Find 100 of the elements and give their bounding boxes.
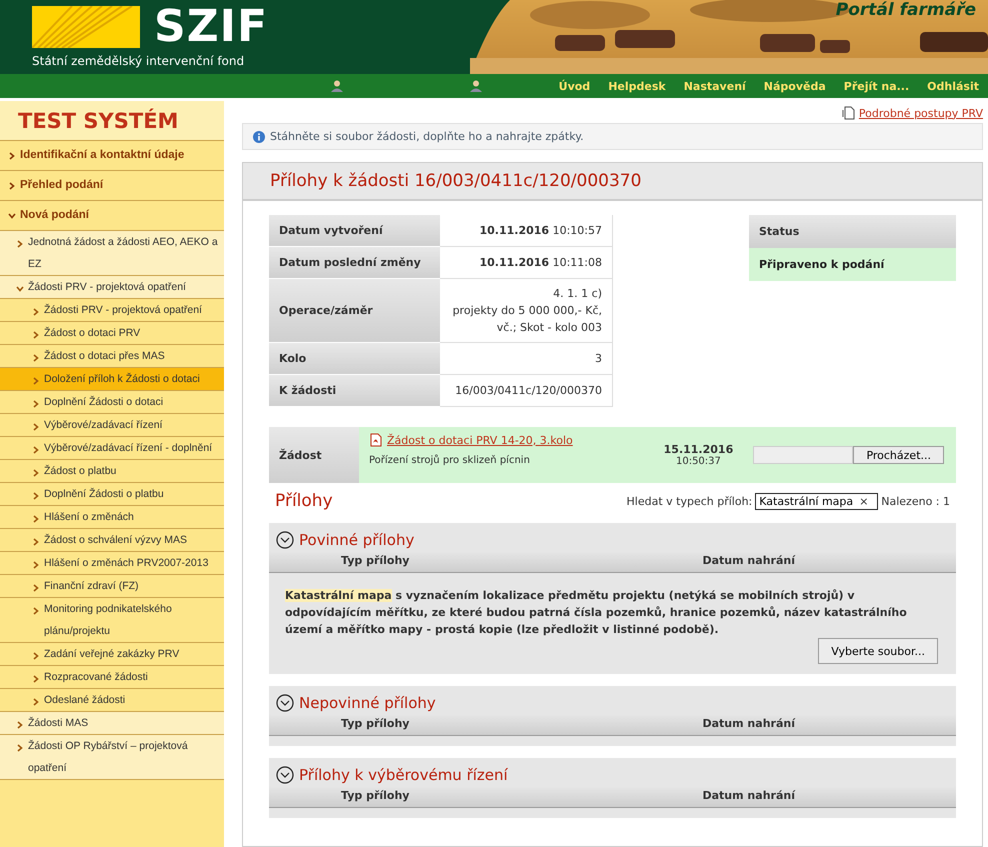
chevron-icon (8, 182, 16, 190)
detail-label: Datum vytvoření (269, 215, 440, 247)
brand-name: SZIF (154, 4, 268, 50)
chevron-icon (32, 584, 40, 592)
chevron-icon (32, 492, 40, 500)
search-field[interactable]: Katastrální mapa × (755, 492, 878, 510)
chevron-icon (32, 675, 40, 683)
select-file-button[interactable]: Vyberte soubor... (818, 638, 938, 664)
search-label: Hledat v typech příloh: (626, 494, 752, 508)
user-icon[interactable] (469, 79, 483, 93)
file-field[interactable] (753, 446, 854, 464)
sidebar-item-label: Žádost o dotaci PRV (44, 326, 140, 341)
help-link[interactable]: Podrobné postupy PRV (858, 106, 983, 120)
panel-title: Přílohy k žádosti 16/003/0411c/120/000370 (270, 171, 642, 191)
chevron-icon (32, 538, 40, 546)
sidebar-item[interactable]: Doložení příloh k Žádosti o dotaci (0, 368, 224, 391)
sidebar-item-label: Žádost o dotaci přes MAS (44, 348, 165, 364)
logo-icon (32, 6, 140, 48)
sidebar-item-label: Odeslané žádosti (44, 693, 126, 708)
sidebar-item[interactable]: Žádosti PRV - projektová opatření (0, 276, 224, 299)
chevron-icon (32, 607, 40, 615)
sidebar-item-label: Přehled podání (20, 178, 104, 193)
column-header: Typ přílohy (340, 717, 410, 730)
request-time: 10:50:37 (676, 456, 721, 467)
sidebar-item-label: Doložení příloh k Žádosti o dotaci (44, 372, 200, 387)
column-header: Datum nahrání (702, 789, 796, 802)
chevron-icon (8, 152, 16, 160)
chevron-icon (32, 308, 40, 316)
detail-value: 16/003/0411c/120/000370 (454, 383, 602, 399)
detail-label: Operace/záměr (269, 279, 440, 343)
collapse-icon (276, 694, 294, 712)
sidebar-item-label: Monitoring podnikatelského plánu/projektu (44, 602, 173, 639)
sidebar-item[interactable]: Žádosti MAS (0, 712, 224, 735)
sidebar-item[interactable]: Žádosti OP Rybářství – projektová opatření (0, 735, 224, 780)
sidebar-item-label: Žádosti PRV - projektová opatření (28, 280, 186, 295)
sidebar-item-label: Hlášení o změnách (44, 510, 134, 525)
request-description: Pořízení strojů pro sklizeň pícnin (369, 455, 531, 466)
chevron-icon (16, 721, 24, 729)
section-toggle[interactable]: Povinné přílohy (269, 523, 956, 551)
sidebar-item-label: Nová podání (20, 208, 90, 223)
chevron-icon (16, 744, 24, 752)
sidebar-item-label: Finanční zdraví (FZ) (44, 579, 139, 594)
chevron-icon (8, 212, 16, 220)
nav-link[interactable]: Helpdesk (599, 80, 675, 92)
sidebar-item[interactable]: Jednotná žádost a žádosti AEO, AEKO a EZ (0, 231, 224, 276)
chevron-icon (32, 377, 40, 385)
nav-link[interactable]: Úvod (550, 80, 600, 92)
status-value: Připraveno k podání (749, 248, 956, 281)
request-date: 15.11.2016 (664, 443, 734, 456)
chevron-icon (32, 469, 40, 477)
chevron-icon (32, 400, 40, 408)
chevron-icon (32, 446, 40, 454)
section-title: Nepovinné přílohy (299, 694, 436, 712)
detail-value: projekty do 5 000 000,- Kč, (452, 303, 602, 319)
section-title: Přílohy k výběrovému řízení (299, 766, 508, 784)
document-icon (842, 106, 856, 120)
chevron-icon (32, 331, 40, 339)
collapse-icon (276, 766, 294, 784)
chevron-icon (16, 285, 24, 293)
found-count: Nalezeno : 1 (881, 494, 950, 508)
sidebar-item-label: Žádost o schválení výzvy MAS (44, 532, 187, 548)
sidebar-item-label: Zadání veřejné zakázky PRV (44, 647, 180, 662)
section-title: Povinné přílohy (299, 531, 414, 549)
portal-title: Portál farmáře (836, 0, 976, 20)
clear-icon[interactable]: × (859, 494, 868, 508)
chevron-icon (32, 354, 40, 362)
info-icon (253, 130, 265, 142)
detail-value: vč.; Skot - kolo 003 (496, 320, 602, 336)
info-message: Stáhněte si soubor žádosti, doplňte ho a nahrajte zpátky. (270, 130, 584, 143)
chevron-icon (32, 652, 40, 660)
sidebar-item-label: Žádost o platbu (44, 464, 116, 479)
chevron-icon (32, 515, 40, 523)
nav-link[interactable]: Nápověda (754, 80, 835, 92)
browse-button[interactable]: Procházet... (853, 446, 944, 464)
detail-value: 4. 1. 1 c) (552, 286, 602, 302)
nav-link[interactable]: Přejít na... (834, 80, 918, 92)
section-toggle[interactable]: Nepovinné přílohy (269, 686, 956, 714)
sidebar-item-label: Žádosti MAS (28, 716, 88, 731)
request-label: Žádost (269, 427, 359, 483)
sidebar-item-label: Hlášení o změnách PRV2007-2013 (44, 556, 208, 571)
sidebar-item-label: Žádosti PRV - projektová opatření (44, 302, 202, 318)
detail-label: K žádosti (269, 375, 440, 407)
nav-link[interactable]: Nastavení (674, 80, 755, 92)
column-header: Datum nahrání (702, 554, 796, 567)
detail-value: 3 (594, 351, 602, 367)
detail-value: 10.11.2016 10:11:08 (478, 255, 602, 271)
user-icon[interactable] (330, 79, 344, 93)
sidebar-item-label: Jednotná žádost a žádosti AEO, AEKO a EZ (28, 235, 219, 272)
sidebar-item-label: Identifikační a kontaktní údaje (20, 148, 184, 163)
pdf-icon (369, 433, 383, 447)
nav-link[interactable]: Odhlásit (918, 80, 988, 92)
chevron-icon (32, 698, 40, 706)
sidebar-title: TEST SYSTÉM (0, 101, 224, 141)
file-link[interactable]: Žádost o dotaci PRV 14-20, 3.kolo (369, 433, 634, 447)
detail-label: Datum poslední změny (269, 247, 440, 279)
sidebar-item-label: Rozpracované žádosti (44, 670, 148, 685)
status-label: Status (749, 215, 956, 248)
detail-value: 10.11.2016 10:10:57 (478, 223, 602, 239)
section-toggle[interactable]: Přílohy k výběrovému řízení (269, 758, 956, 786)
attachment-description: Katastrální mapa s vyznačením lokalizace předmětu projektu (netýká se mobilních strojů) v odpovídajícím měřítku, ze které budou patrná čísla pozemků, hranice pozemků, název katastrálního území a měřítko mapy - prostá kopie (lze předložit v listinné podobě). (285, 588, 908, 638)
